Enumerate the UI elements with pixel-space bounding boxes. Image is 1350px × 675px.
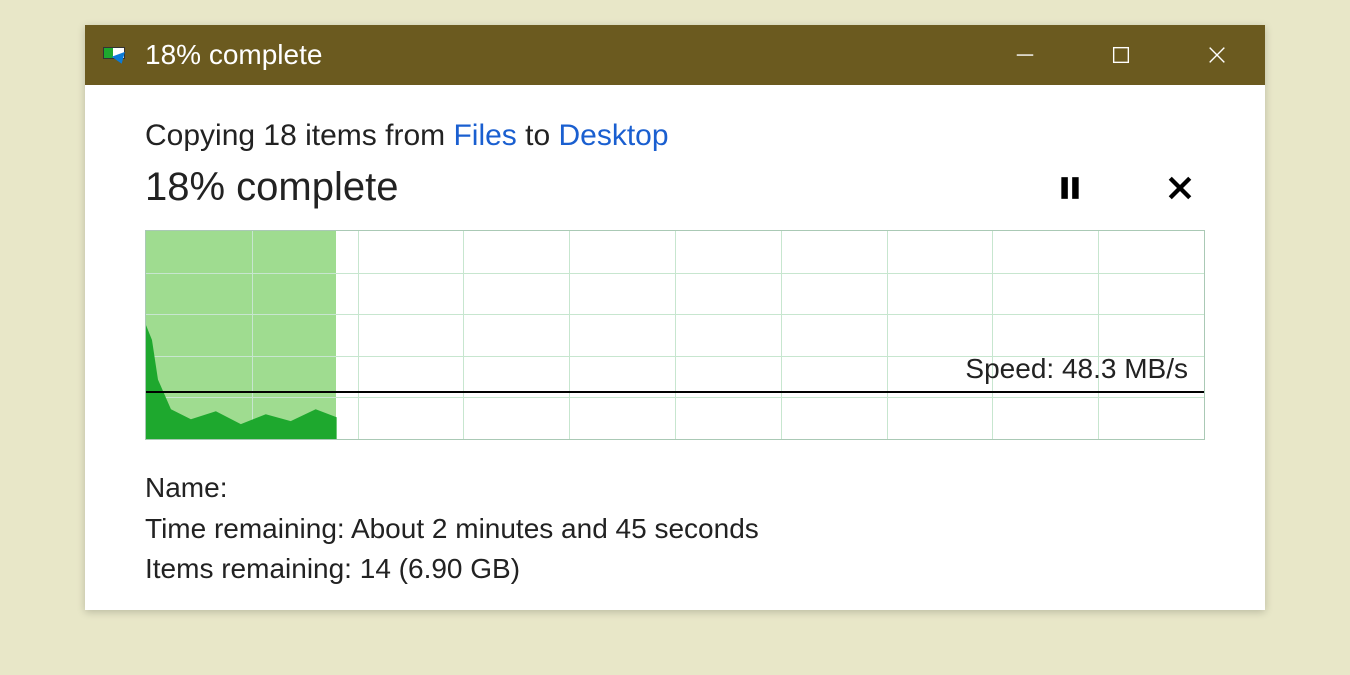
items-remaining-row: Items remaining: 14 (6.90 GB) [145,549,1205,590]
items-remaining-value: 14 (6.90 GB) [360,553,520,584]
speed-graph[interactable]: Speed: 48.3 MB/s [145,230,1205,440]
copy-description: Copying 18 items from Files to Desktop [145,119,1205,153]
speed-label: Speed: 48.3 MB/s [965,353,1188,385]
transfer-details: Name: Time remaining: About 2 minutes an… [145,468,1205,590]
minimize-button[interactable] [977,25,1073,85]
titlebar[interactable]: 18% complete [85,25,1265,85]
items-remaining-label: Items remaining: [145,553,360,584]
pause-button[interactable] [1055,173,1085,203]
time-remaining-label: Time remaining: [145,513,351,544]
copy-prefix: Copying 18 items from [145,119,453,152]
maximize-button[interactable] [1073,25,1169,85]
copy-progress-icon [103,45,131,65]
window-title: 18% complete [145,39,977,71]
status-row: 18% complete [145,165,1205,210]
name-row: Name: [145,468,1205,509]
copy-middle: to [517,119,559,152]
minimize-icon [1014,44,1036,66]
cancel-button[interactable] [1165,173,1195,203]
window-controls [977,25,1265,85]
close-icon [1206,44,1228,66]
destination-link[interactable]: Desktop [559,119,669,152]
time-remaining-value: About 2 minutes and 45 seconds [351,513,759,544]
name-label: Name: [145,472,227,503]
action-buttons [1055,173,1205,203]
source-link[interactable]: Files [453,119,516,152]
pause-icon [1057,175,1083,201]
cancel-icon [1167,175,1193,201]
speed-baseline [146,391,1204,393]
maximize-icon [1110,44,1132,66]
percent-complete: 18% complete [145,165,398,210]
dialog-content: Copying 18 items from Files to Desktop 1… [85,85,1265,610]
speed-curve [146,231,1204,439]
time-remaining-row: Time remaining: About 2 minutes and 45 s… [145,509,1205,550]
file-copy-dialog: 18% complete Copying 18 items from Files… [85,25,1265,610]
close-window-button[interactable] [1169,25,1265,85]
